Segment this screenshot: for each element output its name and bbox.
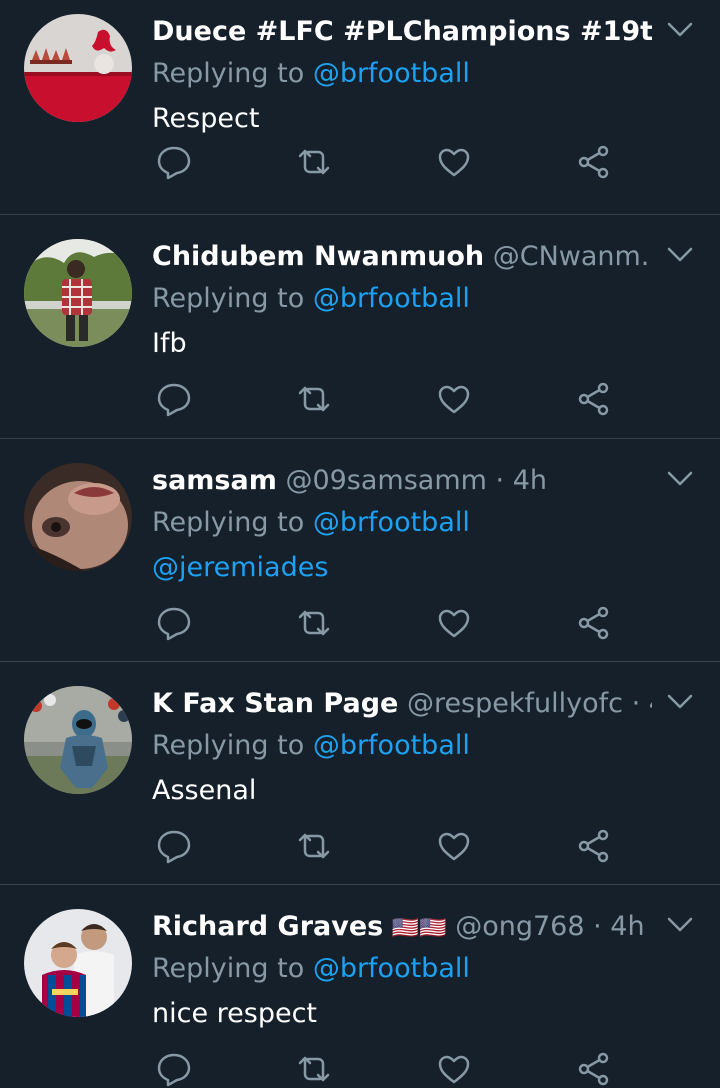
retweet-icon[interactable] bbox=[292, 824, 336, 868]
share-icon[interactable] bbox=[572, 1047, 616, 1088]
action-bar bbox=[152, 140, 672, 184]
replying-prefix: Replying to bbox=[152, 953, 305, 984]
tweet-header: samsam @09samsamm · 4h bbox=[152, 461, 652, 501]
reply-icon[interactable] bbox=[152, 1047, 196, 1088]
replying-to-line: Replying to @brfootball bbox=[152, 951, 470, 987]
action-bar bbox=[152, 377, 672, 421]
separator-dot: · bbox=[593, 911, 611, 942]
tweet-header: K Fax Stan Page @respekfullyofc · 4h bbox=[152, 684, 652, 724]
retweet-icon[interactable] bbox=[292, 1047, 336, 1088]
separator-dot: · bbox=[495, 465, 513, 496]
replying-to-line: Replying to @brfootball bbox=[152, 728, 470, 764]
reply-icon[interactable] bbox=[152, 824, 196, 868]
replying-to-line: Replying to @brfootball bbox=[152, 281, 470, 317]
tweet[interactable]: Chidubem Nwanmuoh @CNwanm... · 4h Replyi… bbox=[0, 215, 720, 439]
user-handle[interactable]: @respekfullyofc bbox=[407, 688, 623, 719]
action-bar bbox=[152, 1047, 672, 1088]
replying-to-line: Replying to @brfootball bbox=[152, 505, 470, 541]
separator-dot: · bbox=[631, 688, 649, 719]
timestamp[interactable]: 4h bbox=[649, 688, 652, 719]
reply-icon[interactable] bbox=[152, 377, 196, 421]
tweet-header: Chidubem Nwanmuoh @CNwanm... · 4h bbox=[152, 237, 652, 277]
replying-mention[interactable]: @brfootball bbox=[313, 507, 470, 538]
replying-prefix: Replying to bbox=[152, 507, 305, 538]
replying-mention[interactable]: @brfootball bbox=[313, 58, 470, 89]
tweet-header: Richard Graves 🇺🇸🇺🇸 @ong768 · 4h bbox=[152, 907, 652, 947]
replying-mention[interactable]: @brfootball bbox=[313, 283, 470, 314]
replying-prefix: Replying to bbox=[152, 730, 305, 761]
retweet-icon[interactable] bbox=[292, 601, 336, 645]
chevron-down-icon[interactable] bbox=[664, 243, 696, 267]
replying-prefix: Replying to bbox=[152, 283, 305, 314]
heart-icon[interactable] bbox=[432, 824, 476, 868]
heart-icon[interactable] bbox=[432, 601, 476, 645]
reply-icon[interactable] bbox=[152, 140, 196, 184]
reply-icon[interactable] bbox=[152, 601, 196, 645]
user-handle[interactable]: @ong768 bbox=[455, 911, 584, 942]
display-name[interactable]: K Fax Stan Page bbox=[152, 688, 398, 719]
heart-icon[interactable] bbox=[432, 377, 476, 421]
avatar[interactable] bbox=[24, 239, 132, 347]
action-bar bbox=[152, 824, 672, 868]
avatar[interactable] bbox=[24, 686, 132, 794]
display-name[interactable]: Duece #LFC #PLChampions #19ti... bbox=[152, 16, 652, 47]
replying-mention[interactable]: @brfootball bbox=[313, 730, 470, 761]
avatar-image bbox=[24, 239, 132, 347]
tweet-text-mention[interactable]: @jeremiades bbox=[152, 549, 328, 587]
tweet[interactable]: Richard Graves 🇺🇸🇺🇸 @ong768 · 4h Replyin… bbox=[0, 885, 720, 1088]
tweet[interactable]: Duece #LFC #PLChampions #19ti... · 3h Re… bbox=[0, 0, 720, 215]
avatar-image bbox=[24, 14, 132, 122]
replying-to-line: Replying to @brfootball bbox=[152, 56, 470, 92]
avatar[interactable] bbox=[24, 14, 132, 122]
user-handle[interactable]: @09samsamm bbox=[285, 465, 487, 496]
display-name[interactable]: Richard Graves bbox=[152, 911, 383, 942]
heart-icon[interactable] bbox=[432, 1047, 476, 1088]
retweet-icon[interactable] bbox=[292, 140, 336, 184]
replying-mention[interactable]: @brfootball bbox=[313, 953, 470, 984]
timestamp[interactable]: 4h bbox=[513, 465, 547, 496]
share-icon[interactable] bbox=[572, 140, 616, 184]
share-icon[interactable] bbox=[572, 601, 616, 645]
tweet[interactable]: K Fax Stan Page @respekfullyofc · 4h Rep… bbox=[0, 662, 720, 885]
replying-prefix: Replying to bbox=[152, 58, 305, 89]
user-handle[interactable]: @CNwanm... bbox=[493, 241, 652, 272]
display-name[interactable]: samsam bbox=[152, 465, 277, 496]
heart-icon[interactable] bbox=[432, 140, 476, 184]
avatar[interactable] bbox=[24, 463, 132, 571]
share-icon[interactable] bbox=[572, 824, 616, 868]
display-name[interactable]: Chidubem Nwanmuoh bbox=[152, 241, 484, 272]
chevron-down-icon[interactable] bbox=[664, 690, 696, 714]
chevron-down-icon[interactable] bbox=[664, 913, 696, 937]
flag-emojis: 🇺🇸🇺🇸 bbox=[391, 916, 447, 941]
reply-feed: Duece #LFC #PLChampions #19ti... · 3h Re… bbox=[0, 0, 720, 1088]
avatar[interactable] bbox=[24, 909, 132, 1017]
tweet-text: Ifb bbox=[152, 328, 187, 359]
tweet-text: nice respect bbox=[152, 998, 318, 1029]
timestamp[interactable]: 4h bbox=[610, 911, 644, 942]
share-icon[interactable] bbox=[572, 377, 616, 421]
tweet[interactable]: samsam @09samsamm · 4h Replying to @brfo… bbox=[0, 439, 720, 662]
chevron-down-icon[interactable] bbox=[664, 467, 696, 491]
avatar-image bbox=[24, 463, 132, 571]
chevron-down-icon[interactable] bbox=[664, 18, 696, 42]
tweet-header: Duece #LFC #PLChampions #19ti... · 3h bbox=[152, 12, 652, 52]
tweet-text: Respect bbox=[152, 103, 260, 134]
action-bar bbox=[152, 601, 672, 645]
retweet-icon[interactable] bbox=[292, 377, 336, 421]
avatar-image bbox=[24, 686, 132, 794]
tweet-text: Assenal bbox=[152, 775, 257, 806]
avatar-image bbox=[24, 909, 132, 1017]
